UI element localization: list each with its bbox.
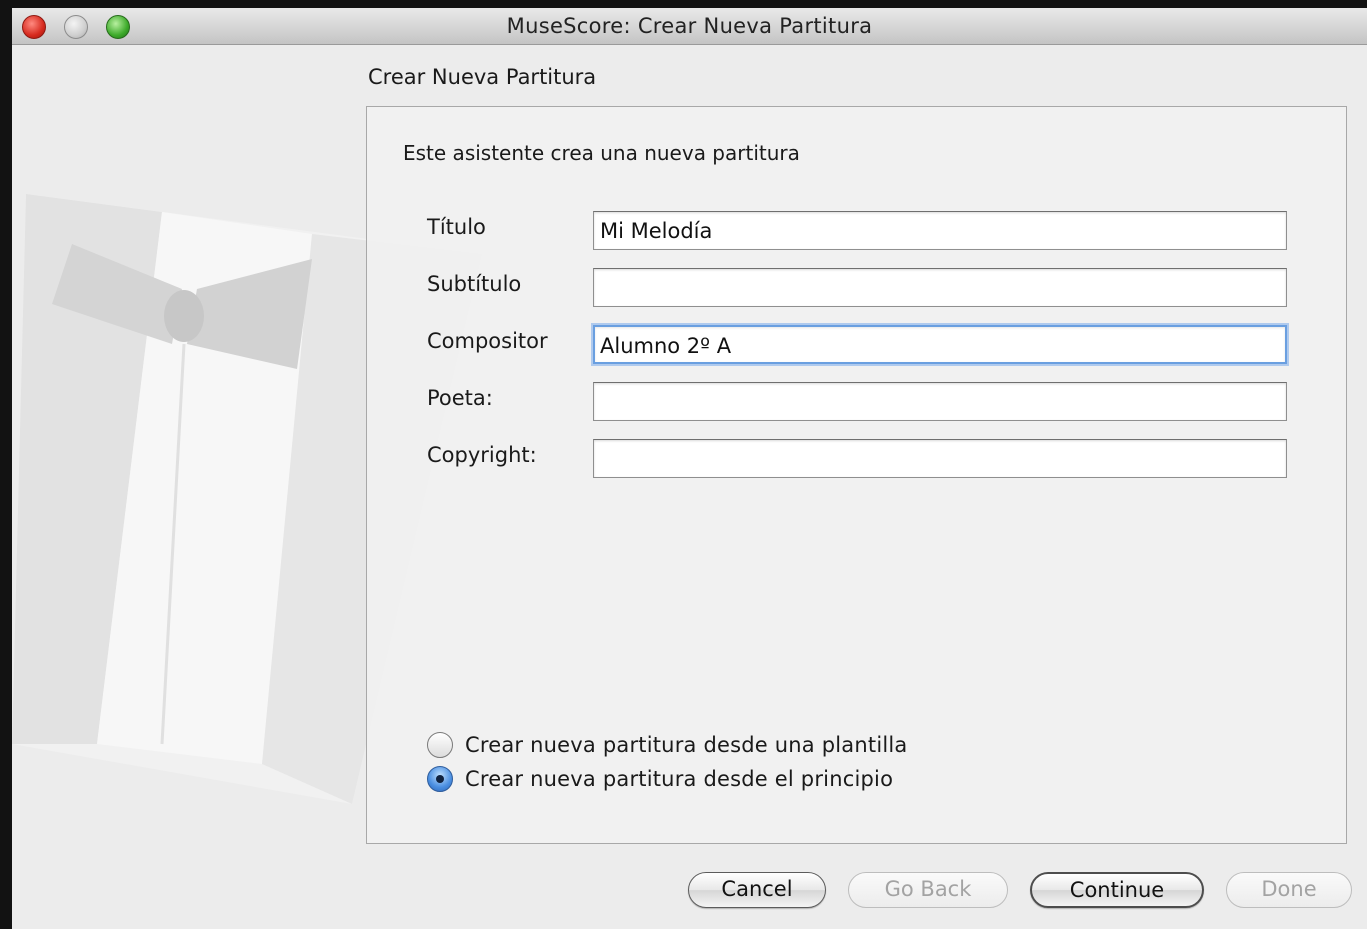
copyright-input[interactable]: [593, 439, 1287, 478]
continue-button[interactable]: Continue: [1030, 872, 1204, 908]
template-radio[interactable]: [427, 732, 453, 758]
intro-text: Este asistente crea una nueva partitura: [403, 141, 800, 165]
go-back-button[interactable]: Go Back: [848, 872, 1008, 908]
poet-input[interactable]: [593, 382, 1287, 421]
subtitle-input[interactable]: [593, 268, 1287, 307]
copyright-label: Copyright:: [427, 443, 537, 467]
wizard-window: MuseScore: Crear Nueva Partitura Crear N…: [12, 8, 1367, 929]
template-option-label[interactable]: Crear nueva partitura desde una plantill…: [465, 733, 908, 757]
poet-label: Poeta:: [427, 386, 493, 410]
subtitle-label: Subtítulo: [427, 272, 522, 296]
done-button[interactable]: Done: [1226, 872, 1352, 908]
composer-input[interactable]: Alumno 2º A: [593, 325, 1287, 364]
page-heading: Crear Nueva Partitura: [368, 65, 597, 89]
cancel-button[interactable]: Cancel: [688, 872, 826, 908]
template-option[interactable]: Crear nueva partitura desde una plantill…: [427, 730, 908, 760]
title-bar[interactable]: MuseScore: Crear Nueva Partitura: [12, 8, 1367, 45]
window-title: MuseScore: Crear Nueva Partitura: [506, 14, 873, 38]
wizard-panel: Este asistente crea una nueva partitura …: [366, 106, 1347, 844]
scratch-radio[interactable]: [427, 766, 453, 792]
composer-label: Compositor: [427, 329, 548, 353]
title-label: Título: [427, 215, 486, 239]
scratch-option-label[interactable]: Crear nueva partitura desde el principio: [465, 767, 893, 791]
title-input[interactable]: Mi Melodía: [593, 211, 1287, 250]
scratch-option[interactable]: Crear nueva partitura desde el principio: [427, 764, 893, 794]
